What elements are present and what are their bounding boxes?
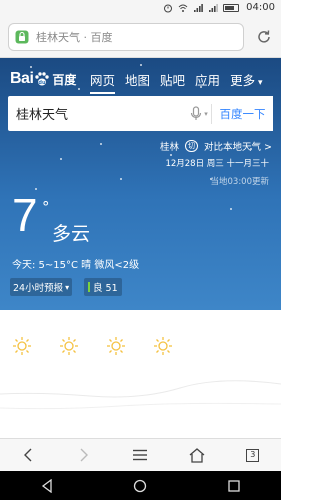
search-input[interactable] [8,96,186,131]
mic-dropdown-icon: ▾ [204,109,208,118]
switch-city-badge[interactable]: 切 [185,140,199,152]
battery-icon [223,3,240,12]
sun-icon [13,337,31,355]
tabs-button[interactable]: 3 [243,445,263,465]
forward-button[interactable] [74,445,94,465]
home-icon [189,447,205,463]
nav-map[interactable]: 地图 [125,70,150,94]
browser-toolbar: 3 [0,438,281,471]
nav-web[interactable]: 网页 [90,70,116,94]
home-button[interactable] [187,445,207,465]
svg-text:du: du [39,80,47,86]
sun-icon [60,337,78,355]
alarm-icon [164,4,173,12]
baidu-logo[interactable]: Bai du 百度 [10,70,76,88]
chevron-right-icon [80,448,89,462]
url-text: 桂林天气 · 百度 [36,31,113,44]
aqi-badge[interactable]: 良 51 [84,278,122,296]
today-summary: 今天: 5~15°C 晴 微风<2级 [12,260,140,271]
search-bar: ▾ 百度一下 [8,96,273,131]
status-time: 04:00 [246,2,275,13]
hourly-forecast-strip [0,310,281,438]
top-nav: 网页 地图 贴吧 应用 更多 [90,70,262,94]
nav-more[interactable]: 更多 [230,70,262,94]
system-navigation [0,471,281,500]
status-icons: 04:00 [163,2,275,13]
lock-icon [15,30,29,44]
status-bar: 04:00 [0,0,281,17]
paw-icon: du [35,72,50,86]
signal-icon [194,3,204,12]
location-row: 桂林 切 对比本地天气 > [160,139,272,153]
current-temperature: 7 [12,189,38,241]
nav-tieba[interactable]: 贴吧 [160,70,185,94]
hourly-forecast-dropdown[interactable]: 24小时预报 [10,278,73,296]
degree-symbol: ° [42,198,50,216]
chevron-left-icon [24,448,32,462]
back-button[interactable] [18,445,38,465]
back-triangle-icon[interactable] [40,478,54,493]
sun-icon [107,337,125,355]
recents-square-icon[interactable] [227,479,241,493]
compare-local-link[interactable]: 对比本地天气 > [204,139,272,153]
microphone-button[interactable]: ▾ [186,103,212,124]
city-name[interactable]: 桂林 [160,139,179,153]
signal-2-icon [209,3,219,12]
wifi-icon [178,4,188,12]
home-circle-icon[interactable] [133,479,147,493]
aqi-indicator [88,282,90,292]
date-text: 12月28日 周三 十一月三十 [165,159,269,169]
search-button[interactable]: 百度一下 [211,96,273,131]
temperature-curve [0,380,281,410]
update-time: 当地03:00更新 [210,177,270,187]
menu-button[interactable] [130,445,150,465]
microphone-icon [191,105,202,120]
weather-page: Bai du 百度 网页 地图 贴吧 应用 更多 ▾ 百度一下 桂林 切 对比本 [0,58,281,310]
menu-icon [133,449,148,461]
sun-icon [154,337,172,355]
weather-condition: 多云 [52,223,91,245]
nav-apps[interactable]: 应用 [195,70,220,94]
reload-icon[interactable] [256,29,272,45]
tab-count: 3 [246,448,260,462]
address-bar: 桂林天气 · 百度 [0,17,281,58]
url-box[interactable]: 桂林天气 · 百度 [8,23,244,51]
